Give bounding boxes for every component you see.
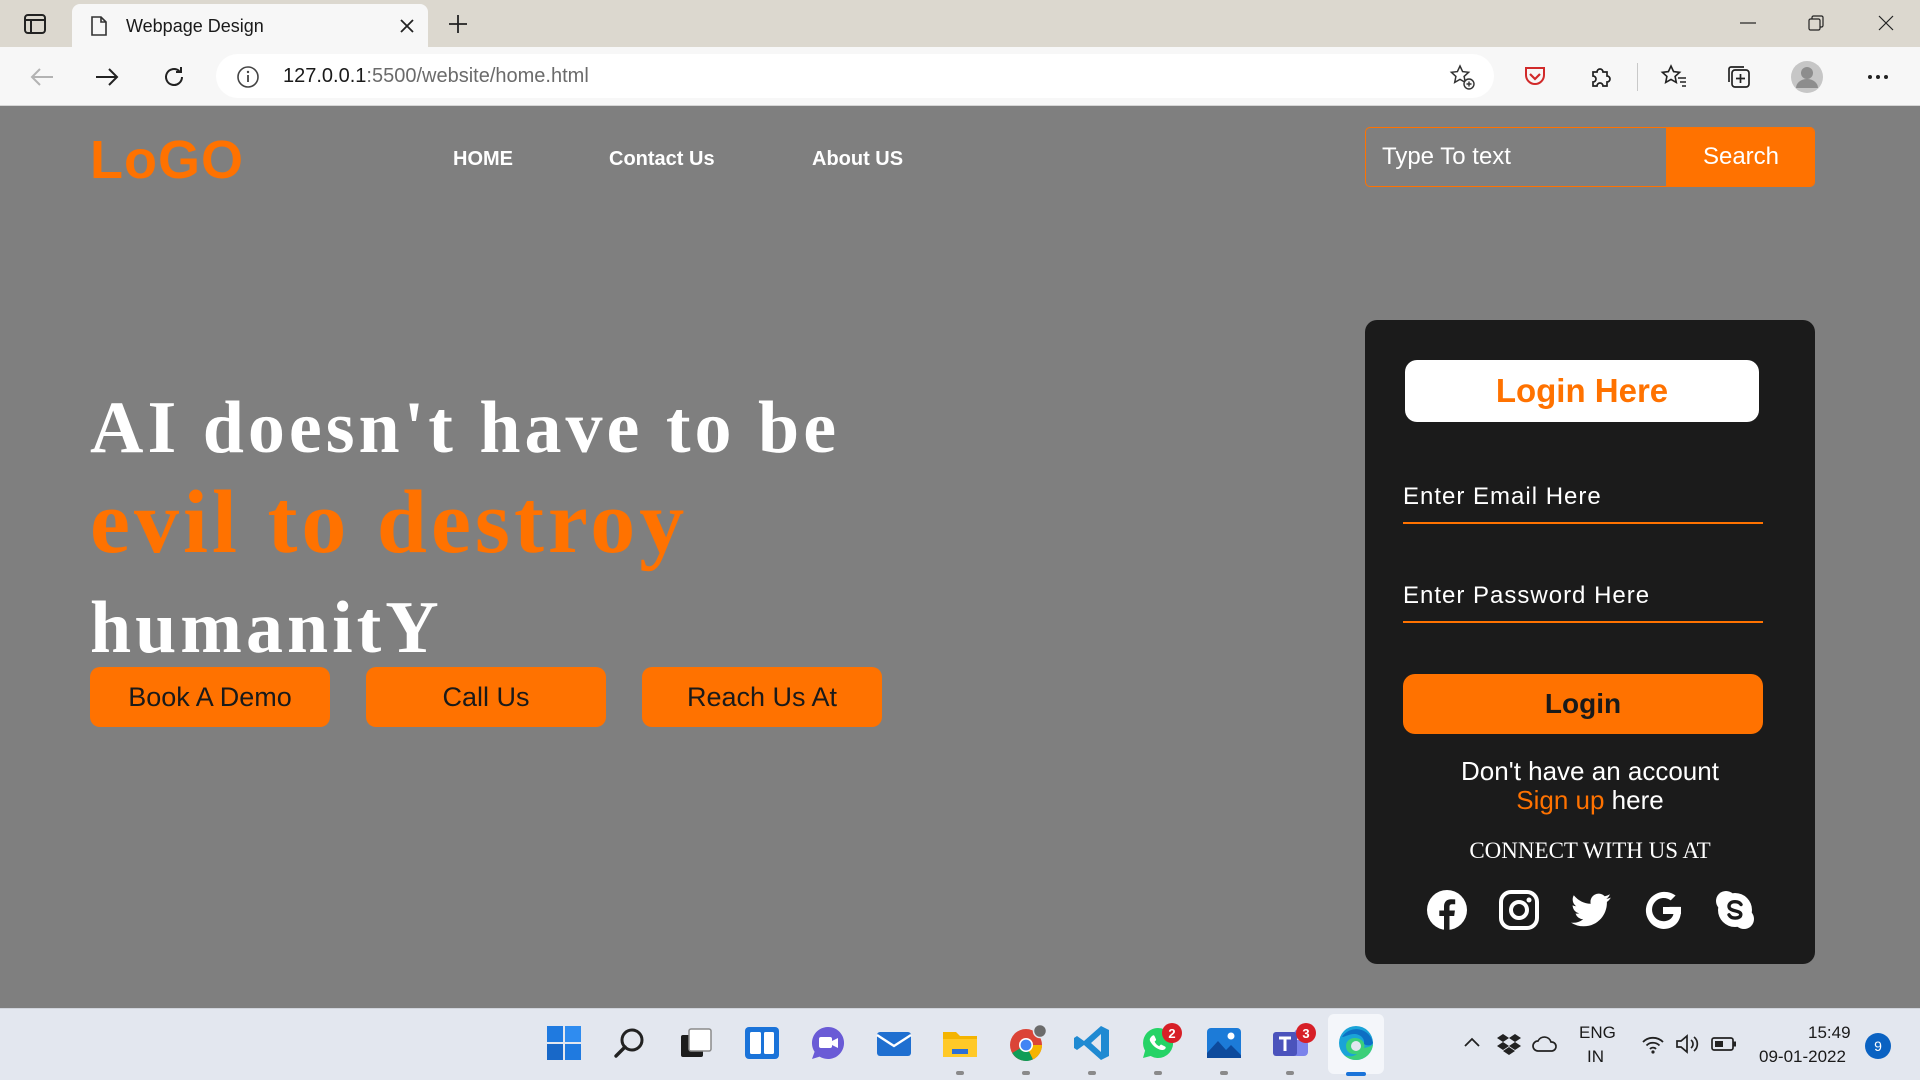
region-indicator[interactable]: IN xyxy=(1587,1047,1604,1067)
close-icon[interactable] xyxy=(396,15,418,37)
windows-start-icon[interactable] xyxy=(544,1023,584,1063)
instagram-icon[interactable] xyxy=(1497,888,1541,932)
no-account-text: Don't have an account xyxy=(1461,756,1719,786)
login-button[interactable]: Login xyxy=(1403,674,1763,734)
browser-toolbar: 127.0.0.1:5500/website/home.html xyxy=(0,47,1920,106)
back-icon[interactable] xyxy=(24,59,60,95)
search-button[interactable]: Search xyxy=(1666,128,1814,186)
task-view-icon[interactable] xyxy=(676,1023,716,1063)
running-indicator xyxy=(1286,1071,1294,1075)
google-icon[interactable] xyxy=(1641,888,1685,932)
active-indicator xyxy=(1346,1072,1366,1076)
profile-avatar-icon[interactable] xyxy=(1789,59,1825,95)
site-logo[interactable]: LoGO xyxy=(90,129,244,191)
whatsapp-badge: 2 xyxy=(1162,1023,1182,1043)
volume-icon[interactable] xyxy=(1674,1031,1700,1057)
browser-tab-bar: Webpage Design xyxy=(0,0,1920,47)
file-explorer-icon[interactable] xyxy=(940,1023,980,1063)
pocket-icon[interactable] xyxy=(1517,59,1553,95)
toolbar-divider xyxy=(1637,63,1638,91)
search-input[interactable] xyxy=(1366,128,1666,186)
connect-heading: CONNECT WITH US AT xyxy=(1469,838,1711,863)
nav-link-about[interactable]: About US xyxy=(812,148,903,171)
reach-us-button[interactable]: Reach Us At xyxy=(642,667,882,727)
book-demo-button[interactable]: Book A Demo xyxy=(90,667,330,727)
refresh-icon[interactable] xyxy=(156,59,192,95)
twitter-icon[interactable] xyxy=(1569,888,1613,932)
taskbar: 2 3 ENG IN 15:49 09-01-2022 9 xyxy=(0,1008,1920,1080)
address-bar[interactable]: 127.0.0.1:5500/website/home.html xyxy=(216,54,1494,98)
email-field[interactable] xyxy=(1403,472,1763,524)
more-options-icon[interactable] xyxy=(1860,59,1896,95)
password-field[interactable] xyxy=(1403,571,1763,623)
notification-badge[interactable]: 9 xyxy=(1865,1033,1891,1059)
mail-icon[interactable] xyxy=(874,1023,914,1063)
wifi-icon[interactable] xyxy=(1640,1031,1666,1057)
browser-tab[interactable]: Webpage Design xyxy=(72,4,428,47)
call-us-button[interactable]: Call Us xyxy=(366,667,606,727)
photos-icon[interactable] xyxy=(1204,1023,1244,1063)
nav-link-contact[interactable]: Contact Us xyxy=(609,148,715,171)
collections-icon[interactable] xyxy=(1721,59,1757,95)
url-text[interactable]: 127.0.0.1:5500/website/home.html xyxy=(283,65,589,88)
language-indicator[interactable]: ENG xyxy=(1579,1023,1616,1043)
chrome-icon[interactable] xyxy=(1006,1023,1048,1063)
window-close-icon[interactable] xyxy=(1866,8,1906,38)
show-hidden-icons-icon[interactable] xyxy=(1460,1031,1484,1055)
vscode-icon[interactable] xyxy=(1072,1023,1112,1063)
skype-icon[interactable] xyxy=(1713,888,1757,932)
teams-badge: 3 xyxy=(1296,1023,1316,1043)
running-indicator xyxy=(956,1071,964,1075)
url-host: 127.0.0.1 xyxy=(283,65,367,87)
add-favorite-icon[interactable] xyxy=(1448,63,1476,91)
forward-icon[interactable] xyxy=(89,59,125,95)
signup-suffix: here xyxy=(1604,785,1664,815)
clock-date[interactable]: 09-01-2022 xyxy=(1759,1047,1846,1067)
hero-line-2: evil to destroy xyxy=(90,473,689,572)
signup-line: Sign up here xyxy=(1365,785,1815,816)
login-title: Login Here xyxy=(1405,360,1759,422)
search-form: Search xyxy=(1365,127,1815,187)
widgets-icon[interactable] xyxy=(742,1023,782,1063)
tab-title: Webpage Design xyxy=(126,16,264,36)
signup-link[interactable]: Sign up xyxy=(1516,785,1604,815)
new-tab-button[interactable] xyxy=(444,10,472,38)
running-indicator xyxy=(1022,1071,1030,1075)
info-icon[interactable] xyxy=(236,65,260,89)
hero-line-1: AI doesn't have to be xyxy=(90,387,841,469)
chat-icon[interactable] xyxy=(808,1023,848,1063)
favorites-icon[interactable] xyxy=(1656,59,1692,95)
running-indicator xyxy=(1220,1071,1228,1075)
edge-icon[interactable] xyxy=(1336,1023,1376,1063)
clock-time[interactable]: 15:49 xyxy=(1808,1023,1851,1043)
battery-icon[interactable] xyxy=(1710,1031,1738,1057)
onedrive-icon[interactable] xyxy=(1532,1031,1558,1057)
page-icon xyxy=(90,16,108,36)
running-indicator xyxy=(1154,1071,1162,1075)
search-icon[interactable] xyxy=(610,1023,650,1063)
dropbox-icon[interactable] xyxy=(1496,1031,1522,1057)
running-indicator xyxy=(1088,1071,1096,1075)
nav-link-home[interactable]: HOME xyxy=(453,148,513,171)
restore-icon[interactable] xyxy=(1796,8,1836,38)
hero-line-3: humanitY xyxy=(90,587,443,669)
url-path: :5500/website/home.html xyxy=(366,65,589,87)
webpage: LoGO HOME Contact Us About US Search AI … xyxy=(0,106,1920,1008)
login-card: Login Here Login Don't have an account S… xyxy=(1365,320,1815,964)
facebook-icon[interactable] xyxy=(1425,888,1469,932)
extensions-icon[interactable] xyxy=(1583,59,1619,95)
minimize-icon[interactable] xyxy=(1728,8,1768,38)
tab-actions-icon[interactable] xyxy=(22,12,48,36)
